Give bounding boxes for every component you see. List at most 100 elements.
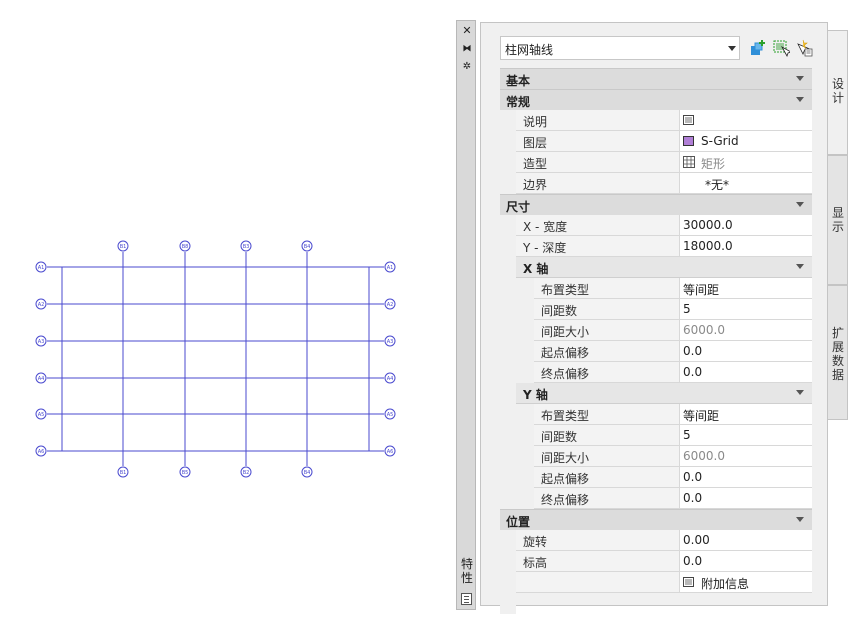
tab-design[interactable]: 设计 [828,30,848,155]
grid-bubble-right[interactable]: A1 [384,261,396,273]
additional-info-icon[interactable] [683,577,694,587]
prop-value[interactable]: 附加信息 [679,572,812,592]
category-location[interactable]: 位置 [500,509,812,530]
prop-value[interactable]: 0.0 [679,488,812,508]
palette-titlebar[interactable]: ✕ ⧓ ✲ 特性 [456,20,476,610]
prop-extra-info[interactable]: 附加信息 [516,572,812,593]
chevron-down-icon[interactable] [728,46,736,51]
grid-bubble-left[interactable]: A2 [35,298,47,310]
subcategory-y-axis[interactable]: Y 轴 [516,383,812,404]
grid-bubble-left[interactable]: A4 [35,372,47,384]
grid-bubble-left[interactable]: A6 [35,445,47,457]
chevron-down-icon[interactable] [796,517,804,522]
grid-bubble-left[interactable]: A5 [35,408,47,420]
grid-shape-icon [683,156,695,168]
prop-value[interactable]: 30000.0 [679,215,812,235]
column-grid[interactable] [47,252,384,466]
prop-depth[interactable]: Y - 深度 18000.0 [516,236,812,257]
prop-value[interactable]: 矩形 [679,152,812,172]
prop-value[interactable]: 等间距 [679,404,812,424]
prop-value[interactable]: S-Grid [679,131,812,151]
prop-value[interactable]: *无* [679,173,812,193]
prop-description[interactable]: 说明 [516,110,812,131]
prop-x-layout-type[interactable]: 布置类型 等间距 [534,278,812,299]
prop-y-end-offset[interactable]: 终点偏移 0.0 [534,488,812,509]
svg-text:A3: A3 [38,339,45,345]
prop-x-start-offset[interactable]: 起点偏移 0.0 [534,341,812,362]
category-basic[interactable]: 基本 [500,68,812,89]
prop-value[interactable]: 0.0 [679,341,812,361]
x-start-value: 0.0 [683,344,703,358]
prop-label: 说明 [523,115,548,129]
drawing-canvas[interactable]: B1 B8 B3 B4 B1 B5 B2 B4 A1 A2 A3 A4 A5 A6 A1 A2 A3 A4 A5 A6 [0,0,450,622]
toggle-pickadd-icon[interactable] [795,39,813,57]
prop-elevation[interactable]: 标高 0.0 [516,551,812,572]
svg-text:A4: A4 [387,376,394,382]
grid-bubble-bottom[interactable]: B5 [179,466,191,478]
grid-bubble-top[interactable]: B1 [117,240,129,252]
prop-value[interactable]: 6000.0 [679,320,812,340]
grid-bubble-left[interactable]: A3 [35,335,47,347]
prop-shape[interactable]: 造型 矩形 [516,152,812,173]
autohide-icon[interactable]: ⧓ [461,43,473,55]
prop-value[interactable]: 0.0 [679,551,812,571]
prop-x-bay-size[interactable]: 间距大小 6000.0 [534,320,812,341]
prop-boundary[interactable]: 边界 *无* [516,173,812,194]
prop-y-bay-count[interactable]: 间距数 5 [534,425,812,446]
prop-x-bay-count[interactable]: 间距数 5 [534,299,812,320]
chevron-down-icon[interactable] [796,390,804,395]
chevron-down-icon[interactable] [796,97,804,102]
prop-layer[interactable]: 图层 S-Grid [516,131,812,152]
prop-y-start-offset[interactable]: 起点偏移 0.0 [534,467,812,488]
grid-bubble-right[interactable]: A4 [384,372,396,384]
prop-y-layout-type[interactable]: 布置类型 等间距 [534,404,812,425]
svg-text:B2: B2 [243,470,250,476]
properties-icon [461,593,472,605]
prop-value[interactable]: 等间距 [679,278,812,298]
grid-bubble-left[interactable]: A1 [35,261,47,273]
description-icon[interactable] [683,115,694,125]
prop-value[interactable]: 0.00 [679,530,812,550]
prop-x-end-offset[interactable]: 终点偏移 0.0 [534,362,812,383]
close-icon[interactable]: ✕ [461,25,473,37]
prop-value[interactable]: 0.0 [679,467,812,487]
grid-bubble-bottom[interactable]: B1 [117,466,129,478]
y-count-value: 5 [683,428,691,442]
properties-options-icon[interactable]: ✲ [461,61,473,73]
grid-bubble-top[interactable]: B3 [240,240,252,252]
prop-value[interactable]: 5 [679,299,812,319]
grid-bubble-right[interactable]: A5 [384,408,396,420]
tab-extended-data[interactable]: 扩展数据 [828,285,848,420]
grid-bubble-right[interactable]: A2 [384,298,396,310]
grid-bubble-right[interactable]: A3 [384,335,396,347]
category-dimensions[interactable]: 尺寸 [500,194,812,215]
tab-display[interactable]: 显示 [828,155,848,285]
prop-value[interactable]: 18000.0 [679,236,812,256]
x-count-value: 5 [683,302,691,316]
prop-y-bay-size[interactable]: 间距大小 6000.0 [534,446,812,467]
object-type-select[interactable]: 柱网轴线 [500,36,740,60]
object-type-value: 柱网轴线 [505,43,554,57]
prop-value[interactable]: 0.0 [679,362,812,382]
chevron-down-icon[interactable] [796,264,804,269]
prop-value[interactable]: 6000.0 [679,446,812,466]
chevron-down-icon[interactable] [796,76,804,81]
grid-bubble-right[interactable]: A6 [384,445,396,457]
shape-value: 矩形 [701,157,726,171]
category-general[interactable]: 常规 [500,89,812,110]
grid-bubble-bottom[interactable]: B2 [240,466,252,478]
prop-rotation[interactable]: 旋转 0.00 [516,530,812,551]
extra-info-label[interactable]: 附加信息 [701,575,749,592]
subcategory-x-axis[interactable]: X 轴 [516,257,812,278]
grid-bubble-top[interactable]: B8 [179,240,191,252]
select-objects-icon[interactable] [772,39,790,57]
prop-value[interactable] [679,110,812,130]
grid-bubble-bottom[interactable]: B4 [301,466,313,478]
prop-value[interactable]: 5 [679,425,812,445]
grid-bubble-top[interactable]: B4 [301,240,313,252]
elevation-value: 0.0 [683,554,703,568]
chevron-down-icon[interactable] [796,202,804,207]
quick-select-icon[interactable] [749,39,767,57]
svg-text:B8: B8 [182,244,189,250]
prop-width[interactable]: X - 宽度 30000.0 [516,215,812,236]
